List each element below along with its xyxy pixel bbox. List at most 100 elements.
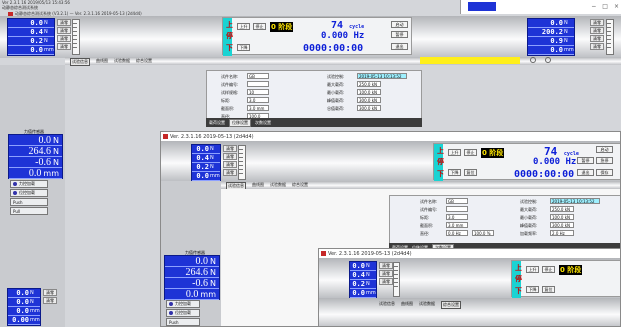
stop2-button[interactable]: 急停 [596, 157, 613, 164]
peak-load-field[interactable]: 300.0 kN [357, 97, 381, 103]
up-button[interactable]: 上升 [448, 149, 461, 156]
position-load-button[interactable]: 位控加载 [10, 189, 48, 197]
zero-button[interactable]: 清零 [57, 27, 71, 34]
tab-data[interactable]: 试验数据 [114, 58, 130, 66]
zero-button[interactable]: 清零 [43, 289, 57, 296]
zero-button[interactable]: 清零 [379, 270, 393, 277]
start-button[interactable]: 启动 [391, 21, 408, 28]
exit-button[interactable]: 退出 [391, 43, 408, 50]
readout-row: 0.2 N [350, 280, 376, 289]
zero-button[interactable]: 清零 [590, 19, 604, 26]
test-control-field[interactable]: 2019-05-13 10:13:52 [550, 198, 600, 204]
min-load-field[interactable]: 100.0 kN [357, 89, 381, 95]
freq-load-field[interactable]: 2.0 Hz [550, 230, 574, 236]
down-button[interactable]: 下降 [448, 169, 461, 176]
stop-label: 停 [437, 158, 444, 166]
min-load-field[interactable]: 100.0 kN [550, 214, 574, 220]
zero-button[interactable]: 清零 [379, 262, 393, 269]
big-readout: 0.0 N 264.6 N -0.6 N 0.0 mm [164, 255, 220, 300]
start-button[interactable]: 启动 [596, 146, 613, 153]
tab-position-settings[interactable]: 位移设置 [229, 118, 251, 127]
spec-field[interactable]: 10 [247, 89, 269, 95]
push-button[interactable]: Push [166, 318, 200, 326]
field-label: 最小载荷: [327, 90, 345, 95]
force-load-button[interactable]: 力控加载 [10, 180, 48, 188]
zero-button[interactable]: 清零 [379, 278, 393, 285]
tab-count-settings[interactable]: 次数设置 [255, 120, 271, 126]
reset-button[interactable]: 复位 [542, 286, 555, 293]
stop-button[interactable]: 停止 [253, 23, 266, 30]
tab-curve[interactable]: 曲线图 [401, 301, 413, 309]
zero-button[interactable]: 清零 [590, 43, 604, 50]
tab-data[interactable]: 试验数据 [419, 301, 435, 309]
specimen-id-field[interactable] [446, 206, 468, 212]
force-load-button[interactable]: 力控加载 [166, 300, 200, 308]
readout-right-buttons: 清零 清零 清零 清零 [590, 19, 604, 50]
zero-button[interactable]: 清零 [590, 27, 604, 34]
freq-field[interactable]: 0.0 Hz [446, 230, 468, 236]
zero-button[interactable]: 清零 [57, 43, 71, 50]
zero-button[interactable]: 清零 [57, 19, 71, 26]
stop-label: 停 [515, 275, 522, 283]
tab-settings[interactable]: 综合设置 [136, 58, 152, 66]
field-label: 试验控制: [520, 199, 538, 204]
down-button[interactable]: 下降 [237, 44, 250, 51]
max-load-field[interactable]: 250.0 kN [550, 206, 574, 212]
down-label: 下 [515, 287, 522, 295]
gear-icon[interactable] [545, 57, 551, 63]
zero-button[interactable]: 清零 [223, 153, 237, 160]
readout-row: 0.0 N [8, 298, 40, 307]
down-button[interactable]: 下降 [526, 286, 539, 293]
side-buttons-back: 力控加载 位控加载 Push Pull [10, 180, 48, 215]
minimize-icon[interactable]: − [591, 3, 596, 10]
field-label: 最大载荷: [520, 207, 538, 212]
up-button[interactable]: 上升 [237, 23, 250, 30]
up-button[interactable]: 上升 [526, 266, 539, 273]
close-icon[interactable]: × [614, 3, 619, 10]
pause-button[interactable]: 暂停 [391, 31, 408, 38]
max-load-field[interactable]: 250.0 kN [357, 81, 381, 87]
area-field[interactable]: 3.0 mm [446, 222, 468, 228]
specimen-id-field[interactable] [247, 81, 269, 87]
readout-row: 0.0 N [192, 145, 220, 154]
zero-button[interactable]: 清零 [223, 169, 237, 176]
zero-button[interactable]: 清零 [57, 35, 71, 42]
readout-top-left: 0.0 N 0.4 N 0.2 N 0.0 mm [7, 18, 55, 56]
tab-settings[interactable]: 综合设置 [441, 301, 461, 309]
percent-field[interactable]: 100.0 % [472, 230, 494, 236]
tab-load-settings[interactable]: 载荷设置 [209, 120, 225, 126]
gear-icon[interactable] [530, 57, 536, 63]
position-load-button[interactable]: 位控加载 [166, 309, 200, 317]
valley-load-field[interactable]: 300.0 kN [357, 105, 381, 111]
readout-bottom-left: 0.0 N 0.0 N 0.0 mm 0.00 mm [7, 288, 41, 326]
tab-info[interactable]: 试验信息 [379, 301, 395, 309]
readout-row: 0.0 mm [528, 46, 574, 55]
test-control-field[interactable]: 2019-05-13 10:13:52 [357, 73, 407, 79]
pause-button[interactable]: 暂停 [577, 157, 594, 164]
bottom-tabs-back: 载荷设置 位移设置 次数设置 [206, 118, 422, 127]
exit-button[interactable]: 退出 [577, 169, 594, 176]
area-field[interactable]: 3.0 mm [247, 105, 269, 111]
stop-button[interactable]: 停止 [464, 149, 477, 156]
stop-button[interactable]: 停止 [542, 266, 555, 273]
time-display: 0000:00:00 [514, 169, 575, 180]
tab-curve[interactable]: 曲线图 [96, 58, 108, 66]
readout-row: 0.00 mm [8, 316, 40, 325]
specimen-name-field[interactable]: GB [247, 73, 269, 79]
zero-button[interactable]: 清零 [223, 161, 237, 168]
zero-button[interactable]: 清零 [590, 35, 604, 42]
zero-button[interactable]: 清零 [223, 145, 237, 152]
peak-load-field[interactable]: 300.0 kN [550, 222, 574, 228]
save-button[interactable]: 保存 [596, 169, 613, 176]
readout-row: 200.2 N [528, 28, 574, 37]
maximize-icon[interactable]: □ [602, 3, 608, 10]
specimen-name-field[interactable]: GB [446, 198, 468, 204]
gauge-field[interactable]: 3.0 [446, 214, 468, 220]
zero-button[interactable]: 清零 [43, 297, 57, 304]
gauge-field[interactable]: 3.0 [247, 97, 269, 103]
readout-row: 0.2 N [8, 37, 54, 46]
reset-button[interactable]: 复位 [464, 169, 477, 176]
push-button[interactable]: Push [10, 198, 48, 206]
tab-info[interactable]: 试验信息 [70, 58, 90, 66]
pull-button[interactable]: Pull [10, 207, 48, 215]
